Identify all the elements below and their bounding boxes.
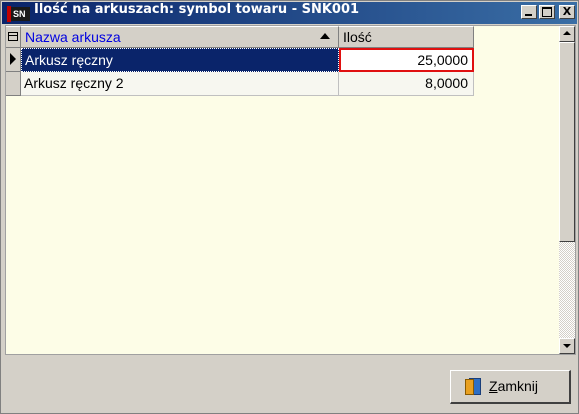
window-title: Ilość na arkuszach: symbol towaru - SNK0… xyxy=(34,2,360,17)
quantity-cell[interactable]: 8,0000 xyxy=(339,72,474,96)
close-button[interactable]: Zamknij xyxy=(450,370,571,404)
title-bar[interactable]: SN Ilość na arkuszach: symbol towaru - S… xyxy=(2,2,577,24)
table-row[interactable]: Arkusz ręczny 2 8,0000 xyxy=(6,72,474,96)
row-indicator[interactable] xyxy=(6,48,21,72)
sort-ascending-icon xyxy=(320,33,330,39)
scroll-down-button[interactable] xyxy=(559,338,575,354)
dialog-window: SN Ilość na arkuszach: symbol towaru - S… xyxy=(0,0,579,414)
door-exit-icon xyxy=(465,378,483,396)
close-button-label: Zamknij xyxy=(489,378,539,394)
quantity-cell-editing[interactable]: 25,0000 xyxy=(339,48,474,72)
scrollbar-thumb[interactable] xyxy=(559,42,575,242)
sheet-name-cell[interactable]: Arkusz ręczny xyxy=(21,48,339,72)
sheet-name-cell[interactable]: Arkusz ręczny 2 xyxy=(21,72,339,96)
current-row-arrow-icon xyxy=(10,53,16,65)
row-indicator[interactable] xyxy=(6,72,21,96)
column-chooser-header[interactable] xyxy=(6,26,21,48)
column-header-quantity[interactable]: Ilość xyxy=(339,26,474,48)
close-window-button[interactable]: X xyxy=(559,5,575,19)
column-header-label: Ilość xyxy=(343,29,372,45)
table-row[interactable]: Arkusz ręczny 25,0000 xyxy=(6,48,474,72)
app-logo-icon[interactable]: SN xyxy=(7,6,30,22)
maximize-button[interactable] xyxy=(539,5,555,19)
sheets-grid: Nazwa arkusza Ilość Arkusz ręczny 25,000… xyxy=(5,25,576,355)
minimize-button[interactable] xyxy=(521,5,537,19)
vertical-scrollbar[interactable] xyxy=(559,26,575,354)
column-header-sheet-name[interactable]: Nazwa arkusza xyxy=(21,26,339,48)
scroll-up-button[interactable] xyxy=(559,26,575,42)
column-header-label: Nazwa arkusza xyxy=(25,29,121,45)
column-chooser-icon xyxy=(8,32,18,41)
